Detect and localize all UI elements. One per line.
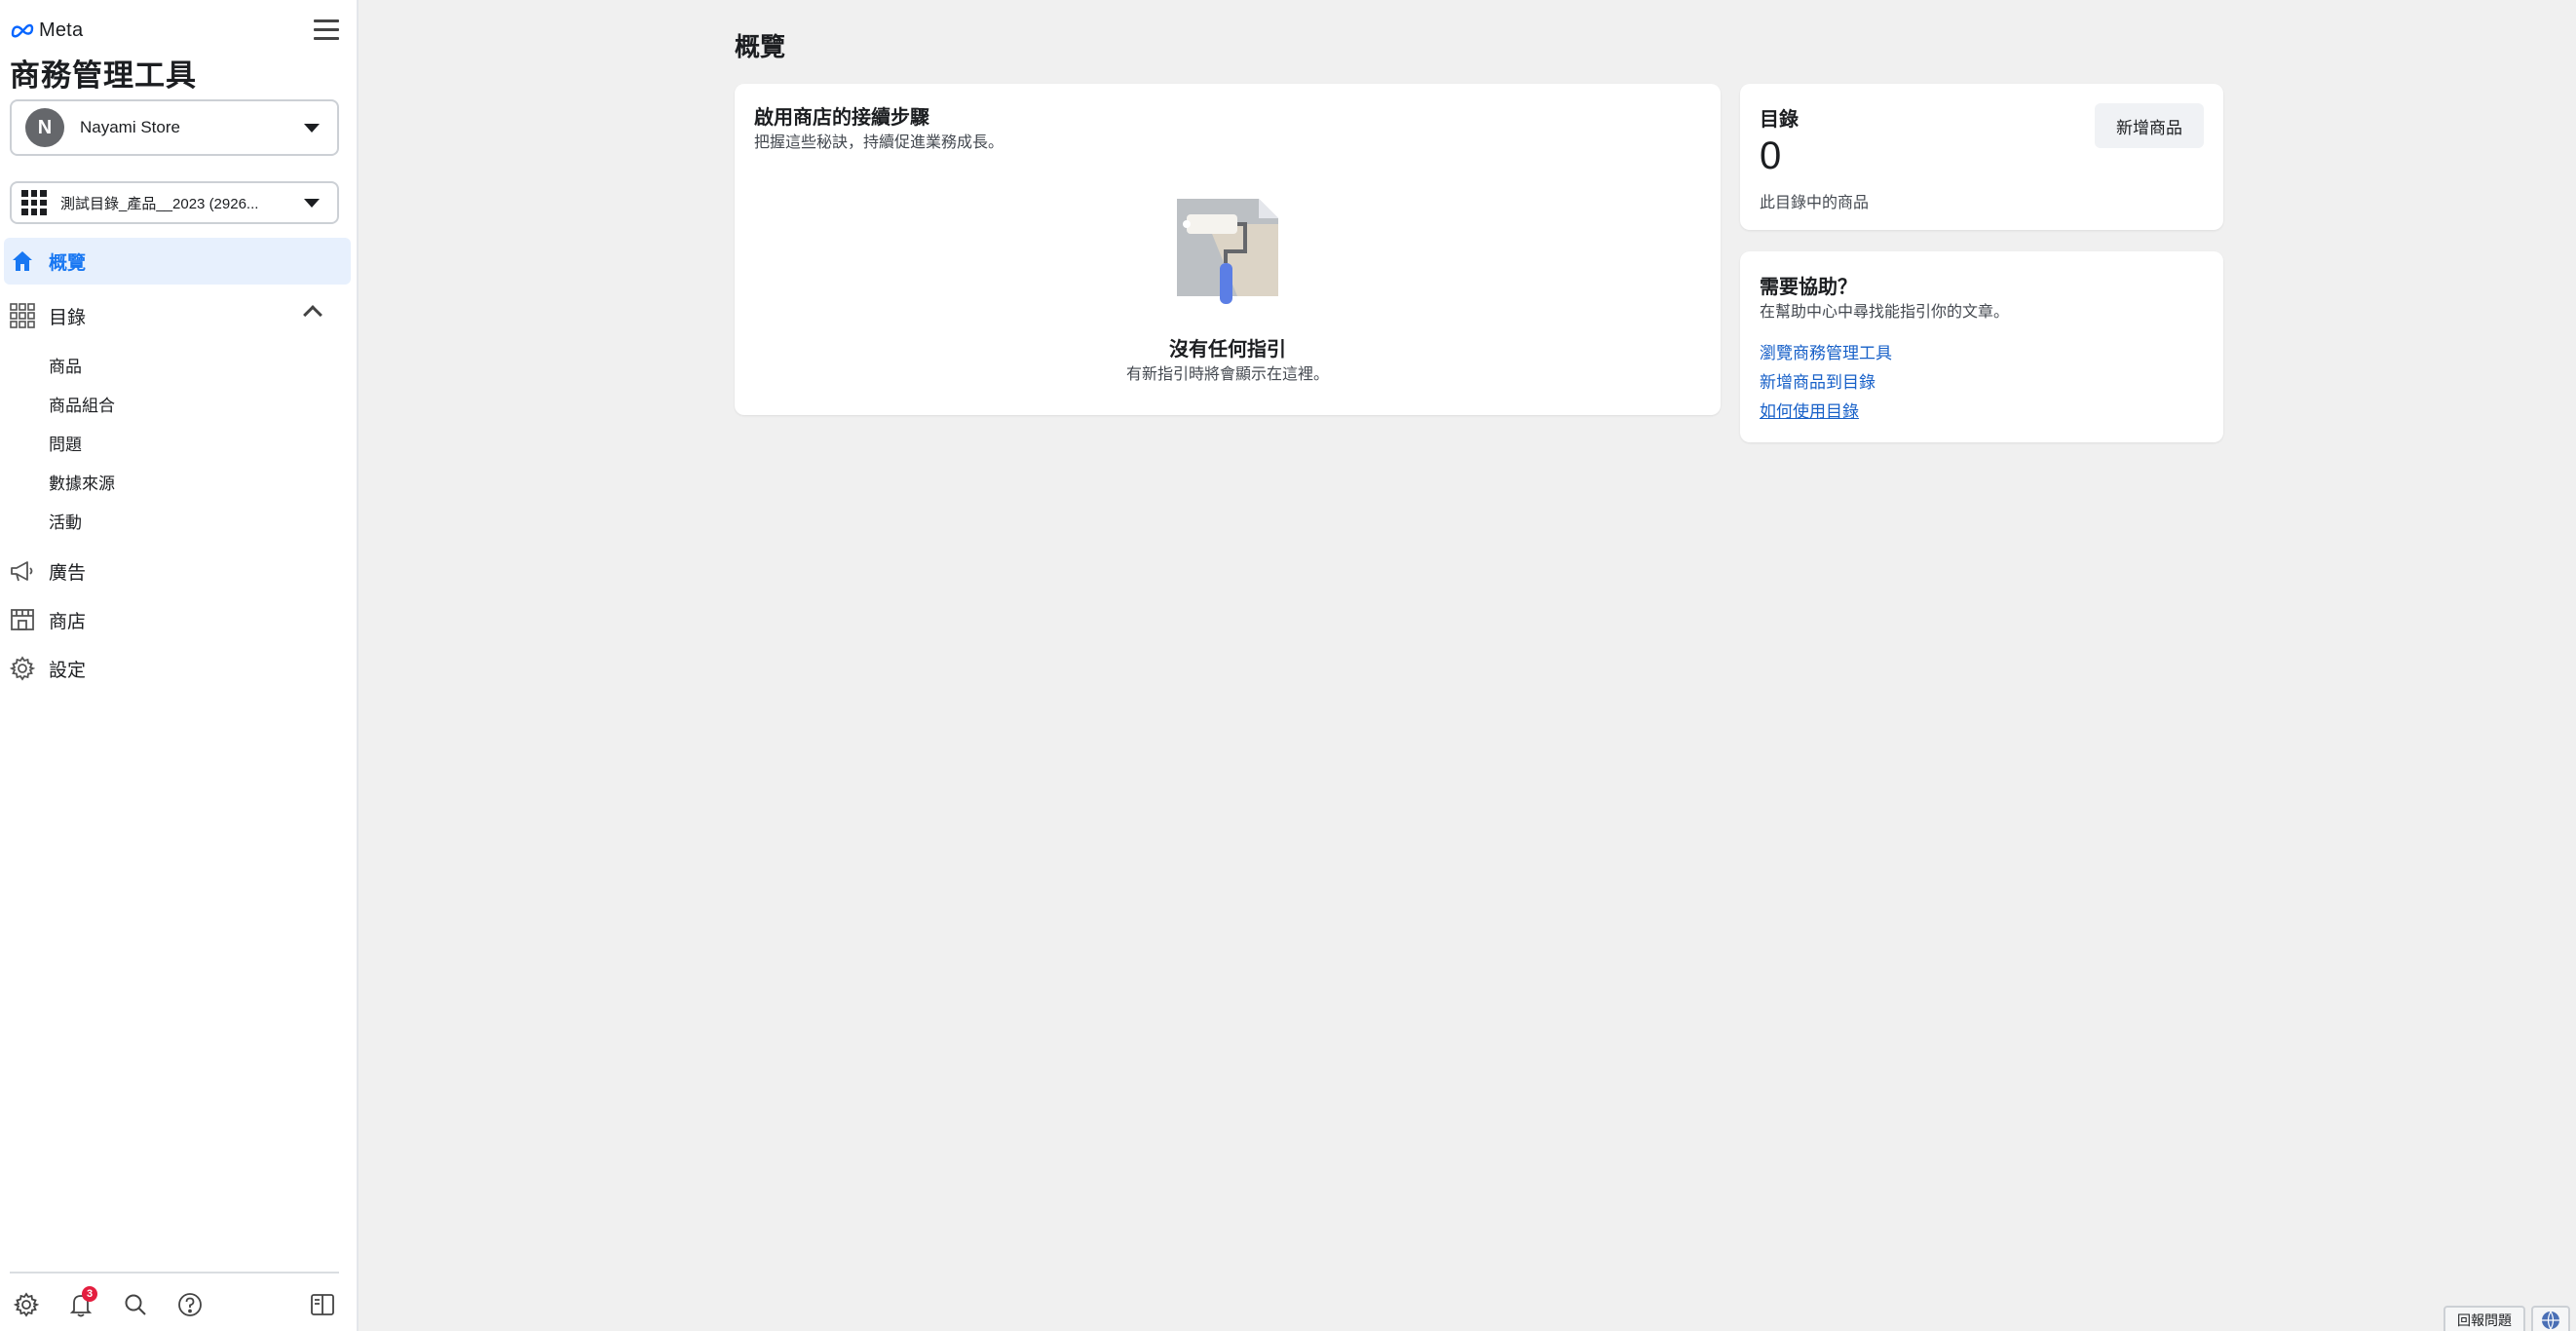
- catalog-grid-icon: [10, 303, 35, 328]
- menu-toggle-icon[interactable]: [314, 19, 339, 41]
- catalog-name: 測試目錄_產品__2023 (2926...: [60, 195, 259, 212]
- paint-roller-illustration-icon: [1177, 199, 1278, 304]
- panel-toggle-icon[interactable]: [308, 1290, 337, 1319]
- catalog-card-title: 目錄: [1760, 109, 1799, 131]
- help-card-title: 需要協助？: [1760, 277, 1857, 298]
- nav-sub-product-sets[interactable]: 商品組合: [49, 394, 115, 419]
- nav-shop[interactable]: 商店: [0, 596, 351, 643]
- nav-overview-label: 概覽: [49, 252, 87, 274]
- page-title: 概覽: [735, 32, 786, 61]
- next-steps-title: 啟用商店的接續步驟: [754, 107, 929, 129]
- meta-wordmark: Meta: [39, 19, 84, 41]
- notifications-bell-icon[interactable]: 3: [66, 1286, 97, 1319]
- gear-icon: [10, 656, 35, 681]
- nav-sub-data-sources[interactable]: 數據來源: [49, 472, 115, 497]
- avatar: N: [25, 108, 64, 147]
- sidebar: Meta 商務管理工具 N Nayami Store 測試目錄_產品__2023…: [0, 0, 359, 1331]
- storefront-icon: [10, 607, 35, 632]
- footer-settings-gear-icon[interactable]: [12, 1290, 41, 1319]
- nav-catalog-label: 目錄: [49, 307, 87, 328]
- empty-state-subtitle: 有新指引時將會顯示在這裡。: [1125, 366, 1329, 383]
- help-link-how-to-use-catalog[interactable]: 如何使用目錄: [1760, 398, 1859, 422]
- nav-ads-label: 廣告: [49, 562, 87, 584]
- business-name: Nayami Store: [80, 118, 180, 136]
- catalog-card: 目錄 0 此目錄中的商品 新增商品: [1740, 84, 2223, 230]
- megaphone-icon: [10, 558, 35, 584]
- report-problem-button[interactable]: 回報問題: [2443, 1306, 2525, 1331]
- product-count-caption: 此目錄中的商品: [1760, 195, 1870, 211]
- search-icon[interactable]: [121, 1290, 150, 1319]
- nav-ads[interactable]: 廣告: [0, 548, 351, 594]
- next-steps-card: 啟用商店的接續步驟 把握這些秘訣，持續促進業務成長。 沒有任何指引 有新指引時將…: [735, 84, 1721, 415]
- notification-badge: 3: [82, 1286, 97, 1302]
- meta-brand[interactable]: Meta: [10, 16, 83, 45]
- sidebar-footer-divider: [10, 1272, 339, 1274]
- nav-overview[interactable]: 概覽: [4, 238, 351, 285]
- help-link-browse-commerce-manager[interactable]: 瀏覽商務管理工具: [1760, 339, 1892, 363]
- nav-settings[interactable]: 設定: [0, 645, 351, 692]
- help-card: 需要協助？ 在幫助中心中尋找能指引你的文章。 瀏覽商務管理工具 新增商品到目錄 …: [1740, 251, 2223, 442]
- product-count: 0: [1760, 134, 1782, 177]
- chevron-up-icon[interactable]: [303, 305, 322, 324]
- language-globe-icon[interactable]: [2531, 1306, 2570, 1331]
- next-steps-subtitle: 把握這些秘訣，持續促進業務成長。: [754, 134, 1004, 151]
- nav-sub-issues[interactable]: 問題: [49, 433, 82, 458]
- meta-logo-icon: [11, 23, 34, 38]
- nav-sub-products[interactable]: 商品: [49, 355, 82, 380]
- help-link-add-products-to-catalog[interactable]: 新增商品到目錄: [1760, 368, 1875, 393]
- nav-catalog[interactable]: 目錄: [0, 292, 351, 339]
- nav-shop-label: 商店: [49, 611, 87, 632]
- caret-down-icon: [304, 123, 320, 133]
- nav-settings-label: 設定: [49, 660, 87, 681]
- home-icon: [10, 248, 35, 274]
- help-question-icon[interactable]: [175, 1290, 205, 1319]
- business-selector[interactable]: N Nayami Store: [10, 99, 339, 156]
- catalog-selector[interactable]: 測試目錄_產品__2023 (2926...: [10, 181, 339, 224]
- app-title: 商務管理工具: [10, 58, 197, 93]
- caret-down-icon: [304, 198, 320, 208]
- empty-state-title: 沒有任何指引: [1169, 339, 1286, 361]
- nav-sub-events[interactable]: 活動: [49, 511, 82, 536]
- help-card-subtitle: 在幫助中心中尋找能指引你的文章。: [1760, 304, 2010, 321]
- catalog-grid-icon: [21, 190, 47, 215]
- add-products-button[interactable]: 新增商品: [2095, 103, 2204, 148]
